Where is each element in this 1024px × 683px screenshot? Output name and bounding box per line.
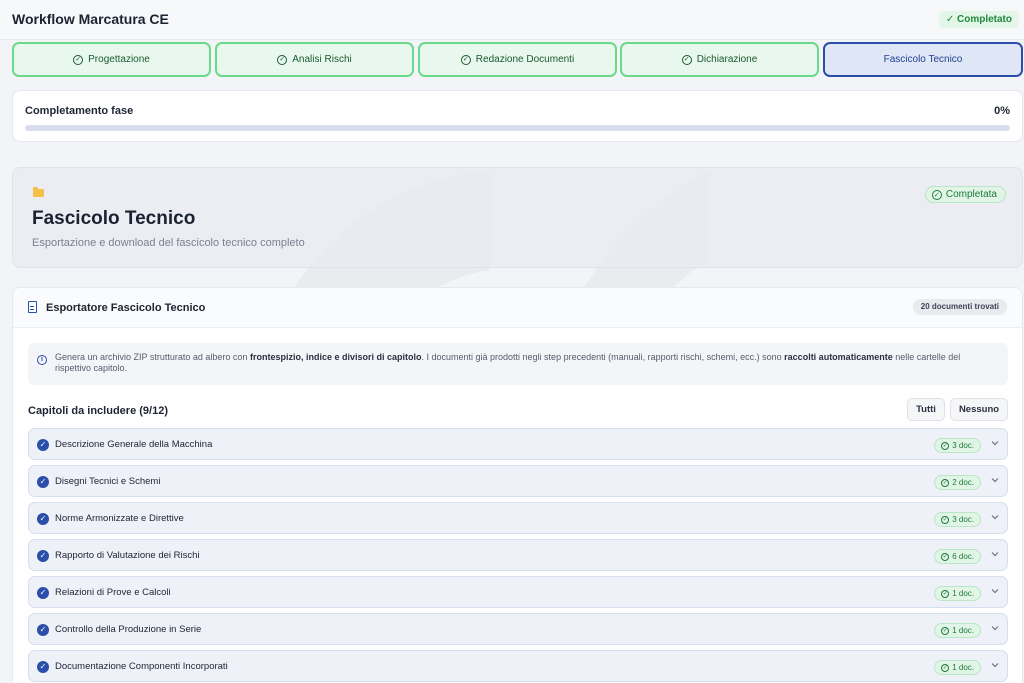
checkbox-checked-icon[interactable]: ✓: [37, 550, 49, 562]
chapter-docs-badge: ✓ 1 doc.: [934, 623, 981, 638]
chapter-row[interactable]: ✓ Relazioni di Prove e Calcoli ✓ 1 doc.: [28, 576, 1008, 608]
chapter-name: Norme Armonizzate e Direttive: [55, 513, 184, 524]
chevron-down-icon[interactable]: [990, 512, 1000, 522]
chapters-header: Capitoli da includere (9/12) Tutti Nessu…: [28, 398, 1008, 422]
step-progettazione[interactable]: ✓ Progettazione: [12, 42, 211, 77]
document-icon: [28, 301, 37, 313]
check-circle-icon: ✓: [941, 663, 950, 672]
step-fascicolo-tecnico[interactable]: Fascicolo Tecnico: [823, 42, 1023, 77]
checkbox-checked-icon[interactable]: ✓: [37, 661, 49, 673]
select-all-button[interactable]: Tutti: [907, 398, 945, 421]
step-label: Analisi Rischi: [292, 54, 352, 65]
chapter-row[interactable]: ✓ Disegni Tecnici e Schemi ✓ 2 doc.: [28, 465, 1008, 497]
step-label: Redazione Documenti: [475, 54, 575, 65]
step-dichiarazione[interactable]: ✓ Dichiarazione: [620, 42, 819, 77]
info-icon: i: [37, 355, 47, 365]
phase-hero-card: Fascicolo Tecnico Esportazione e downloa…: [12, 167, 1023, 268]
checkbox-checked-icon[interactable]: ✓: [37, 624, 49, 636]
chapter-row[interactable]: ✓ Descrizione Generale della Macchina ✓ 3…: [28, 428, 1008, 460]
chevron-down-icon[interactable]: [990, 549, 1000, 559]
chapter-row[interactable]: ✓ Rapporto di Valutazione dei Rischi ✓ 6 …: [28, 539, 1008, 571]
chapter-name: Relazioni di Prove e Calcoli: [55, 587, 171, 598]
info-box: i Genera un archivio ZIP strutturato ad …: [28, 343, 1008, 385]
phase-status-badge: ✓ Completata: [924, 186, 1006, 203]
workflow-status-badge: ✓ Completato: [938, 11, 1019, 28]
step-analisi-rischi[interactable]: ✓ Analisi Rischi: [215, 42, 414, 77]
check-circle-icon: ✓: [460, 54, 471, 65]
checkbox-checked-icon[interactable]: ✓: [37, 513, 49, 525]
chapter-name: Descrizione Generale della Macchina: [55, 439, 213, 450]
step-redazione-documenti[interactable]: ✓ Redazione Documenti: [418, 42, 617, 77]
chapter-row[interactable]: ✓ Documentazione Componenti Incorporati …: [28, 650, 1008, 682]
chevron-down-icon[interactable]: [990, 586, 1000, 596]
chevron-down-icon[interactable]: [990, 623, 1000, 633]
app-title: Workflow Marcatura CE: [12, 11, 169, 27]
chapter-row[interactable]: ✓ Norme Armonizzate e Direttive ✓ 3 doc.: [28, 502, 1008, 534]
info-text: Genera un archivio ZIP strutturato ad al…: [55, 352, 961, 373]
exporter-panel: Esportatore Fascicolo Tecnico 20 documen…: [12, 287, 1023, 683]
chapter-name: Disegni Tecnici e Schemi: [55, 476, 161, 487]
page-title: Fascicolo Tecnico: [32, 208, 196, 229]
check-circle-icon: ✓: [73, 54, 84, 65]
checkbox-checked-icon[interactable]: ✓: [37, 587, 49, 599]
select-none-button[interactable]: Nessuno: [950, 398, 1008, 421]
progress-percent: 0%: [994, 105, 1010, 117]
chevron-down-icon[interactable]: [990, 438, 1000, 448]
folder-icon: [33, 187, 44, 197]
progress-bar: [25, 125, 1010, 131]
documents-count-badge: 20 documenti trovati: [912, 299, 1007, 315]
chapter-docs-badge: ✓ 6 doc.: [934, 549, 981, 564]
chapter-docs-badge: ✓ 3 doc.: [934, 512, 981, 527]
step-label: Fascicolo Tecnico: [883, 54, 963, 65]
check-circle-icon: ✓: [941, 515, 950, 524]
checkbox-checked-icon[interactable]: ✓: [37, 476, 49, 488]
chevron-down-icon[interactable]: [990, 660, 1000, 670]
exporter-header: Esportatore Fascicolo Tecnico 20 documen…: [13, 288, 1022, 328]
check-circle-icon: ✓: [941, 589, 950, 598]
step-label: Progettazione: [88, 54, 150, 65]
check-circle-icon: ✓: [941, 552, 950, 561]
progress-label: Completamento fase: [25, 105, 134, 117]
chapter-docs-badge: ✓ 1 doc.: [934, 586, 981, 601]
exporter-title: Esportatore Fascicolo Tecnico: [46, 302, 206, 314]
check-circle-icon: ✓: [941, 441, 950, 450]
check-circle-icon: ✓: [941, 626, 950, 635]
top-bar: Workflow Marcatura CE ✓ Completato: [0, 0, 1024, 40]
chapter-docs-badge: ✓ 1 doc.: [934, 660, 981, 675]
step-label: Dichiarazione: [696, 54, 758, 65]
check-circle-icon: ✓: [277, 54, 288, 65]
phase-status-label: Completata: [945, 189, 997, 200]
chapter-docs-badge: ✓ 2 doc.: [934, 475, 981, 490]
chapters-title: Capitoli da includere (9/12): [28, 405, 168, 417]
check-circle-icon: ✓: [941, 478, 950, 487]
chevron-down-icon[interactable]: [990, 475, 1000, 485]
phase-progress-card: Completamento fase 0%: [12, 90, 1023, 142]
page-subtitle: Esportazione e download del fascicolo te…: [32, 237, 305, 249]
chapter-docs-badge: ✓ 3 doc.: [934, 438, 981, 453]
check-circle-icon: ✓: [931, 189, 942, 200]
workflow-steps: ✓ Progettazione ✓ Analisi Rischi ✓ Redaz…: [12, 42, 1023, 77]
checkbox-checked-icon[interactable]: ✓: [37, 439, 49, 451]
chapter-name: Controllo della Produzione in Serie: [55, 624, 202, 635]
check-circle-icon: ✓: [681, 54, 692, 65]
chapter-name: Documentazione Componenti Incorporati: [55, 661, 228, 672]
chapter-row[interactable]: ✓ Controllo della Produzione in Serie ✓ 1…: [28, 613, 1008, 645]
chapter-name: Rapporto di Valutazione dei Rischi: [55, 550, 200, 561]
